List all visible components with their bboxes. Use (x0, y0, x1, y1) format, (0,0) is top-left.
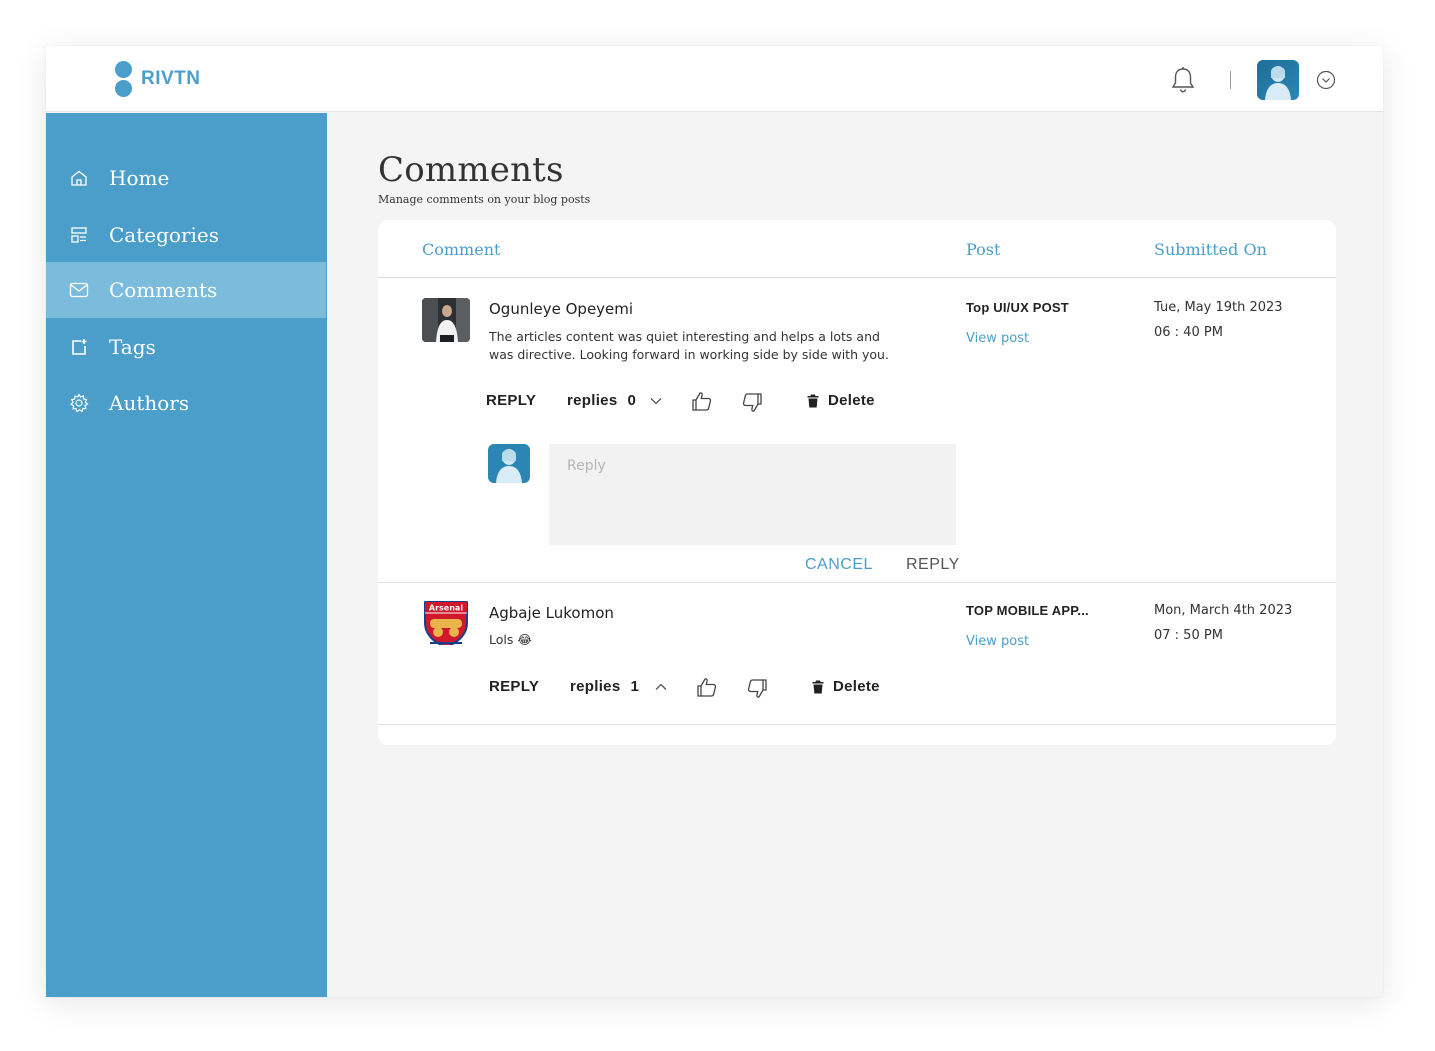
sidebar-item-authors[interactable]: Authors (46, 375, 327, 431)
trash-icon (807, 394, 819, 408)
sidebar-item-label: Tags (109, 335, 156, 359)
delete-label: Delete (833, 678, 880, 695)
bell-icon[interactable] (1170, 66, 1196, 94)
reply-button[interactable]: REPLY (486, 392, 536, 409)
submitted-time: 06 : 40 PM (1154, 325, 1223, 340)
delete-button[interactable]: Delete (812, 678, 880, 695)
thumbs-up-icon[interactable] (691, 390, 713, 412)
logo-text: RIVTN (141, 68, 201, 89)
replies-label: replies (570, 678, 621, 695)
column-header-comment: Comment (422, 240, 501, 259)
avatar[interactable] (1257, 60, 1299, 100)
thumbs-down-icon[interactable] (746, 678, 768, 700)
thumbs-down-icon[interactable] (741, 392, 763, 414)
sidebar-item-tags[interactable]: Tags (46, 319, 327, 375)
replies-label: replies (567, 392, 618, 409)
reply-button[interactable]: REPLY (489, 678, 539, 695)
sidebar-item-home[interactable]: Home (46, 150, 327, 206)
page-subtitle: Manage comments on your blog posts (378, 193, 591, 206)
mail-icon (68, 279, 90, 301)
sidebar-item-label: Categories (109, 223, 219, 247)
sidebar-item-label: Comments (109, 278, 218, 302)
svg-text:Arsenal: Arsenal (429, 604, 463, 613)
submitted-date: Tue, May 19th 2023 (1154, 300, 1283, 315)
commenter-avatar[interactable] (422, 298, 470, 342)
home-icon (68, 167, 90, 189)
comment-text: Lols 😂 (489, 632, 532, 647)
row-divider (378, 724, 1336, 725)
top-bar: RIVTN (46, 46, 1383, 112)
page-title: Comments (378, 150, 564, 190)
chevron-up-icon (655, 683, 667, 691)
reply-input[interactable] (549, 444, 956, 545)
sidebar-item-categories[interactable]: Categories (46, 207, 327, 263)
reply-avatar (488, 444, 530, 483)
sidebar-item-label: Home (109, 166, 170, 190)
replies-toggle[interactable]: replies 0 (567, 392, 662, 409)
submitted-date: Mon, March 4th 2023 (1154, 603, 1293, 618)
chevron-down-icon (650, 397, 662, 405)
delete-button[interactable]: Delete (807, 392, 875, 409)
view-post-link[interactable]: View post (966, 331, 1029, 346)
sidebar-item-label: Authors (109, 391, 190, 415)
comments-table: Comment Post Submitted On Ogunleye Opeye… (378, 220, 1336, 745)
post-title: TOP MOBILE APP... (966, 603, 1089, 618)
thumbs-up-icon[interactable] (696, 676, 718, 698)
sidebar-item-comments[interactable]: Comments (46, 262, 326, 318)
replies-count: 0 (627, 392, 637, 409)
header-divider (1230, 71, 1231, 89)
header-divider (378, 277, 1336, 278)
replies-toggle[interactable]: replies 1 (570, 678, 667, 695)
row-divider (378, 582, 1336, 583)
categories-icon (68, 224, 90, 246)
view-post-link[interactable]: View post (966, 634, 1029, 649)
commenter-name: Agbaje Lukomon (489, 604, 614, 622)
logo[interactable]: RIVTN (115, 60, 201, 98)
replies-count: 1 (630, 678, 640, 695)
cancel-button[interactable]: CANCEL (805, 556, 873, 574)
commenter-avatar[interactable]: Arsenal (422, 601, 470, 645)
tag-icon (68, 336, 90, 358)
logo-mark-icon (115, 60, 133, 98)
comment-text: The articles content was quiet interesti… (489, 329, 889, 362)
chevron-down-circle-icon[interactable] (1316, 70, 1336, 90)
app-window: RIVTN Home Categories Comments Tags Auth… (46, 46, 1383, 997)
submitted-time: 07 : 50 PM (1154, 628, 1223, 643)
gear-icon (68, 392, 90, 414)
delete-label: Delete (828, 392, 875, 409)
post-title: Top UI/UX POST (966, 300, 1069, 315)
sidebar: Home Categories Comments Tags Authors (46, 113, 327, 997)
column-header-submitted: Submitted On (1154, 240, 1267, 259)
column-header-post: Post (966, 240, 1001, 259)
commenter-name: Ogunleye Opeyemi (489, 300, 634, 318)
trash-icon (812, 680, 824, 694)
submit-reply-button[interactable]: REPLY (906, 556, 960, 574)
